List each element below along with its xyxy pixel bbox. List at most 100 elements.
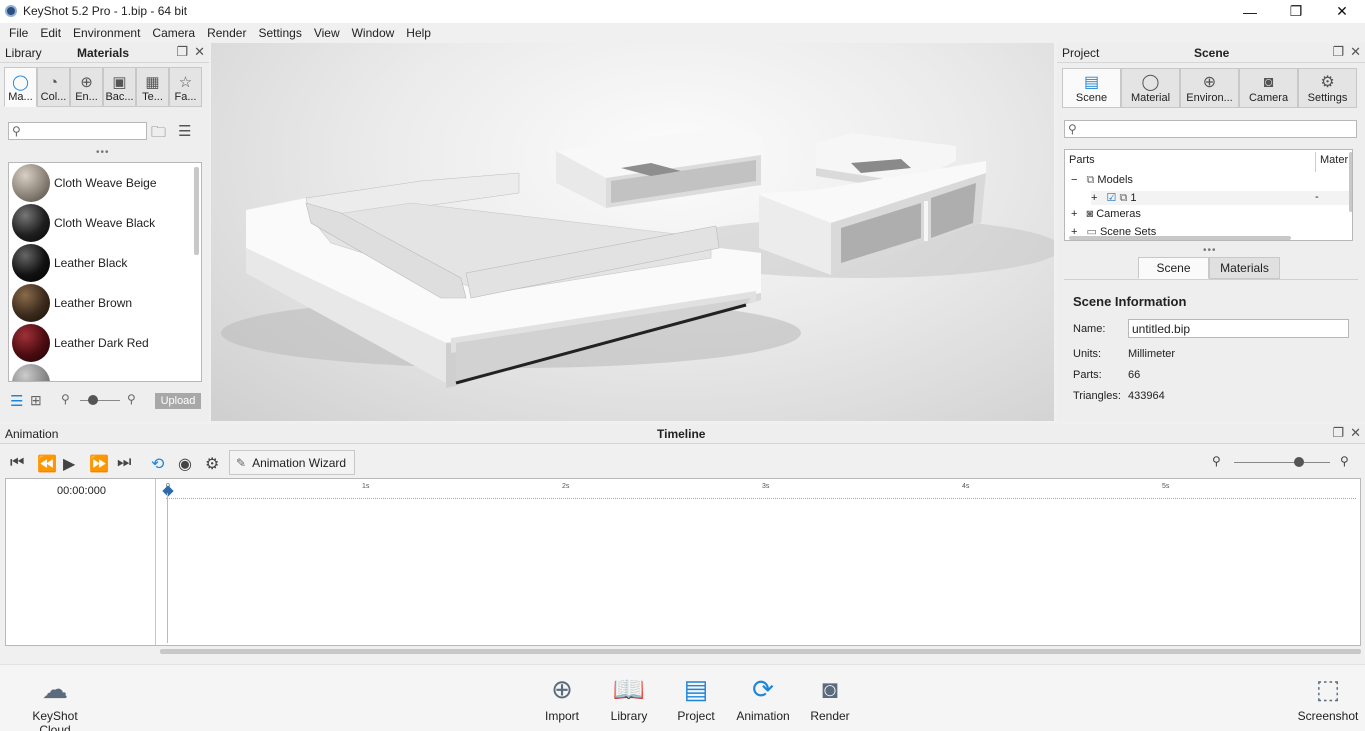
tree-hscrollbar[interactable] — [1069, 236, 1291, 240]
thumbnail-size-slider[interactable] — [80, 400, 120, 401]
float-panel-icon[interactable]: ❐ — [176, 44, 188, 60]
tab-camera[interactable]: ◙ Camera — [1239, 68, 1298, 108]
menu-environment[interactable]: Environment — [67, 26, 146, 40]
tree-row-models[interactable]: − ⧉ Models — [1071, 174, 1133, 187]
library-panel: Library Materials ❐ ✕ ◯ Ma... ◔ Col... ⊕ En… — [0, 43, 209, 421]
slider-knob[interactable] — [88, 395, 98, 405]
list-view-icon[interactable]: ☰ — [10, 392, 23, 410]
list-item[interactable]: Cloth Weave Beige — [9, 163, 201, 203]
play-icon[interactable]: ▶ — [63, 454, 75, 474]
minimize-button[interactable]: — — [1227, 0, 1273, 23]
close-panel-icon[interactable]: ✕ — [1350, 44, 1361, 60]
skip-end-icon[interactable]: ⏭ — [117, 454, 131, 472]
material-list: Cloth Weave Beige Cloth Weave Black Leat… — [8, 162, 202, 382]
timeline-title: Timeline — [657, 427, 706, 441]
folder-list-icon[interactable]: ☰ — [178, 122, 191, 140]
loop-icon[interactable]: ⟲ — [151, 454, 164, 474]
triangles-value: 433964 — [1128, 390, 1165, 402]
tab-label: Col... — [40, 91, 67, 103]
library-button[interactable]: 📖 Library — [594, 669, 664, 723]
divider — [1064, 279, 1358, 280]
tab-material[interactable]: ◯ Material — [1121, 68, 1180, 108]
close-panel-icon[interactable]: ✕ — [194, 44, 205, 60]
list-item[interactable]: Leather Dark Red — [9, 323, 201, 363]
material-name: Leather Black — [54, 256, 128, 270]
render-viewport[interactable] — [211, 43, 1054, 421]
add-folder-icon[interactable]: 🗀 — [151, 122, 166, 147]
zoom-in-icon[interactable]: ⚲ — [1340, 454, 1349, 468]
tab-settings[interactable]: ⚙ Settings — [1298, 68, 1357, 108]
tick-label: 5s — [1162, 483, 1170, 490]
timeline-ruler[interactable]: 0 1s 2s 3s 4s 5s — [166, 483, 1356, 499]
library-header-title: Materials — [77, 46, 130, 60]
tab-materials[interactable]: ◯ Ma... — [4, 67, 37, 107]
step-forward-icon[interactable]: ⏩ — [89, 454, 109, 474]
expand-toggle[interactable]: + — [1091, 192, 1097, 204]
tab-colors[interactable]: ◔ Col... — [37, 67, 70, 107]
subtab-materials[interactable]: Materials — [1209, 257, 1280, 279]
float-panel-icon[interactable]: ❐ — [1332, 44, 1344, 60]
expand-toggle[interactable]: + — [1071, 208, 1077, 220]
parts-value: 66 — [1128, 369, 1141, 381]
list-scrollbar[interactable] — [194, 167, 199, 255]
menu-camera[interactable]: Camera — [146, 26, 201, 40]
keyshot-cloud-button[interactable]: ☁ KeyShot Cloud — [15, 669, 95, 731]
animation-wizard-button[interactable]: ✎ Animation Wizard — [229, 450, 355, 475]
maximize-button[interactable]: ❐ — [1273, 0, 1319, 23]
zoom-out-icon[interactable]: ⚲ — [61, 392, 70, 406]
animation-button[interactable]: ⟳ Animation — [728, 669, 798, 723]
list-item[interactable]: Leather Brown — [9, 283, 201, 323]
list-item[interactable]: Leather Black — [9, 243, 201, 283]
tab-environments[interactable]: ⊕ En... — [70, 67, 103, 107]
menu-file[interactable]: File — [3, 26, 34, 40]
screenshot-button[interactable]: ⬚ Screenshot — [1293, 669, 1363, 723]
close-button[interactable]: ✕ — [1319, 0, 1365, 23]
tree-row-model-1[interactable]: + ☑ ⧉ 1 - — [1091, 191, 1352, 205]
collapse-toggle[interactable]: − — [1071, 174, 1077, 186]
timeline-zoom-slider[interactable] — [1234, 462, 1330, 463]
menu-render[interactable]: Render — [201, 26, 252, 40]
zoom-out-icon[interactable]: ⚲ — [1212, 454, 1221, 468]
list-item[interactable]: Cloth Weave Black — [9, 203, 201, 243]
grid-view-icon[interactable]: ⊞ — [30, 392, 42, 409]
timeline-scrollbar[interactable] — [160, 649, 1361, 654]
skip-start-icon[interactable]: ⏮ — [10, 454, 24, 472]
menu-help[interactable]: Help — [400, 26, 437, 40]
menu-edit[interactable]: Edit — [34, 26, 67, 40]
resize-handle-icon[interactable]: ••• — [1203, 245, 1217, 256]
float-panel-icon[interactable]: ❐ — [1332, 425, 1344, 441]
menu-window[interactable]: Window — [346, 26, 401, 40]
list-item[interactable] — [9, 363, 201, 381]
project-button[interactable]: ▤ Project — [661, 669, 731, 723]
tab-environment[interactable]: ⊕ Environ... — [1180, 68, 1239, 108]
render-button[interactable]: ◙ Render — [795, 669, 865, 723]
import-button[interactable]: ⊕ Import — [527, 669, 597, 723]
tab-favorites[interactable]: ☆ Fa... — [169, 67, 202, 107]
tab-scene[interactable]: ▤ Scene — [1062, 68, 1121, 108]
scene-name-input[interactable]: untitled.bip — [1128, 319, 1349, 338]
scene-search-input[interactable]: ⚲ — [1064, 120, 1357, 138]
upload-button[interactable]: Upload — [155, 393, 201, 409]
subtab-scene[interactable]: Scene — [1138, 257, 1209, 279]
tab-textures[interactable]: ▦ Te... — [136, 67, 169, 107]
zoom-in-icon[interactable]: ⚲ — [127, 392, 136, 406]
record-icon[interactable]: ◉ — [178, 454, 192, 474]
tree-row-cameras[interactable]: + ◙ Cameras — [1071, 208, 1141, 220]
slider-knob[interactable] — [1294, 457, 1304, 467]
gear-icon[interactable]: ⚙ — [205, 454, 219, 474]
menu-settings[interactable]: Settings — [252, 26, 307, 40]
tree-vscrollbar[interactable] — [1349, 152, 1352, 212]
checkbox-icon[interactable]: ☑ — [1107, 192, 1117, 204]
resize-handle-icon[interactable]: ••• — [96, 147, 110, 158]
dock-label: Import — [544, 709, 579, 723]
tab-backplates[interactable]: ▣ Bac... — [103, 67, 136, 107]
dock-label: Animation — [736, 709, 790, 723]
column-divider — [1315, 152, 1316, 172]
menu-view[interactable]: View — [308, 26, 346, 40]
step-back-icon[interactable]: ⏪ — [37, 454, 57, 474]
library-search-input[interactable]: ⚲ — [8, 122, 147, 140]
material-swatch — [12, 284, 50, 322]
tick-label: 2s — [562, 483, 570, 490]
timeline-area[interactable]: 00:00:000 0 1s 2s 3s 4s 5s — [5, 478, 1361, 646]
close-panel-icon[interactable]: ✕ — [1350, 425, 1361, 441]
